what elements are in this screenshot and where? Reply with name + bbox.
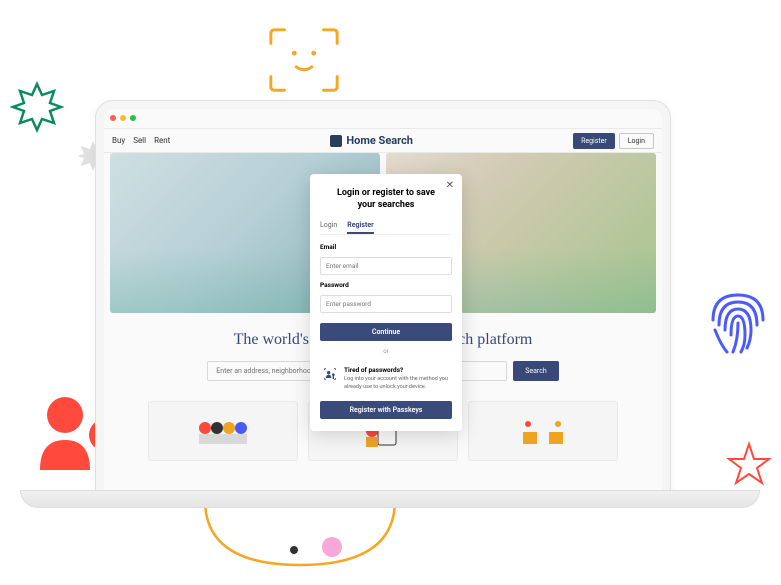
- passkey-promo: Tired of passwords? Log into your accoun…: [320, 362, 452, 394]
- dot-decoration-icon: [290, 546, 298, 554]
- modal-title: Login or register to save your searches: [336, 188, 436, 211]
- star-decoration-icon: [10, 80, 64, 134]
- star-outline-icon: [725, 440, 773, 488]
- tab-login[interactable]: Login: [320, 221, 337, 234]
- auth-modal: ✕ Login or register to save your searche…: [310, 174, 462, 431]
- password-label: Password: [320, 281, 452, 289]
- register-passkeys-button[interactable]: Register with Passkeys: [320, 401, 452, 419]
- passkey-description: Log into your account with the method yo…: [344, 376, 450, 390]
- fingerprint-icon: [703, 280, 773, 360]
- email-label: Email: [320, 243, 452, 251]
- passkey-icon: [322, 366, 338, 382]
- email-field[interactable]: [320, 257, 452, 275]
- divider-or: or: [320, 348, 452, 355]
- arc-decoration-icon: [200, 495, 400, 585]
- continue-button[interactable]: Continue: [320, 323, 452, 341]
- dot-decoration-icon: [322, 537, 342, 557]
- auth-tabs: Login Register: [320, 221, 452, 235]
- passkey-title: Tired of passwords?: [344, 366, 450, 374]
- screen: Buy Sell Rent Home Search Register Login…: [104, 109, 662, 499]
- tab-register[interactable]: Register: [347, 221, 373, 234]
- close-button[interactable]: ✕: [446, 180, 454, 191]
- laptop-frame: Buy Sell Rent Home Search Register Login…: [95, 100, 671, 500]
- face-scan-icon: [265, 25, 343, 95]
- laptop-base: [20, 490, 760, 508]
- password-field[interactable]: [320, 295, 452, 313]
